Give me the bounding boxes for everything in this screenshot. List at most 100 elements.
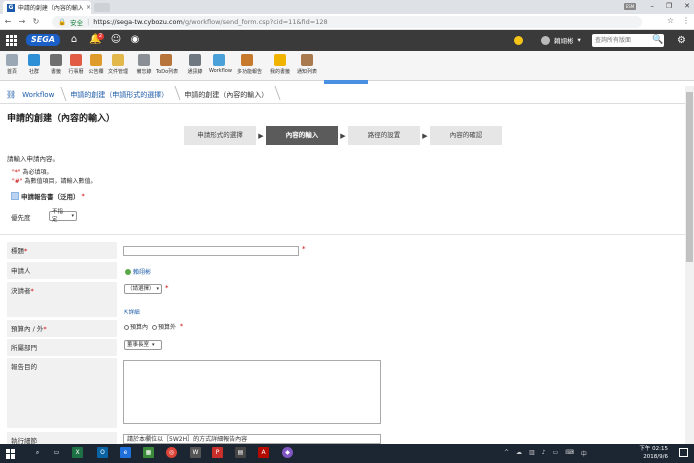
page-title: 申請的創建（內容的輸入） <box>7 114 116 124</box>
search-icon[interactable]: ⌕ <box>32 447 43 458</box>
app-icon-item[interactable]: 公告欄 <box>86 54 106 75</box>
priority-select[interactable]: 不指定 ▾ <box>49 209 77 223</box>
breadcrumb-select-form[interactable]: 申請的創建（申請形式的選擇） <box>64 90 178 100</box>
app-header: SEGA ⌂ 🔔 2 ☺ ◉ 賴翊彬 ▾ 查詢所有版面 🔍 ⚙ <box>0 30 694 51</box>
smiley-icon[interactable]: ☺ <box>110 34 122 46</box>
windows-start-icon[interactable] <box>6 448 16 459</box>
garoon-favicon-icon: G <box>7 3 15 12</box>
forward-icon[interactable]: → <box>16 17 28 26</box>
home-icon[interactable]: ⌂ <box>68 34 80 46</box>
app-icon[interactable]: ▤ <box>235 447 246 458</box>
app-icon-row: 首頁 社群 書籤 行事曆 公告欄 文件管理 備忘錄 ToDo列表 通訊錄 Workflow 多功能報… <box>0 51 694 81</box>
url-host: https://sega-tw.cybozu.com <box>93 18 183 26</box>
app-icon-item[interactable]: ToDo列表 <box>156 54 178 75</box>
action-center-icon[interactable] <box>679 448 688 457</box>
reload-icon[interactable]: ↻ <box>30 17 42 26</box>
app-icon-label: 行事曆 <box>68 69 84 75</box>
app-icon-item[interactable]: 文件管理 <box>108 54 128 75</box>
app-icon-item[interactable]: 備忘錄 <box>134 54 154 75</box>
detail-link[interactable]: ⇱詳細 <box>124 308 140 316</box>
url-input[interactable]: 🔒 安全 | https://sega-tw.cybozu.com/g/work… <box>52 16 642 28</box>
keyboard-icon[interactable]: ⌨ <box>565 449 574 458</box>
task-view-icon[interactable]: ▭ <box>51 447 62 458</box>
gear-icon[interactable]: ⚙ <box>677 35 686 46</box>
chevron-down-icon: ▾ <box>156 286 159 292</box>
tab-close-icon[interactable]: × <box>86 4 91 11</box>
monitor-icon[interactable]: ▭ <box>553 449 559 458</box>
app-icon-label: 公告欄 <box>88 69 104 75</box>
outlook-icon[interactable]: O <box>97 447 108 458</box>
required-mark: * <box>165 284 169 292</box>
maximize-icon[interactable]: ❐ <box>666 2 672 10</box>
app-icon-item[interactable]: 我的書籤 <box>270 54 290 75</box>
app-icon-item[interactable]: 社群 <box>24 54 44 75</box>
chrome-icon[interactable]: ◎ <box>166 447 177 458</box>
chevron-up-icon[interactable]: ^ <box>504 449 509 458</box>
app-grid-icon[interactable] <box>6 35 17 46</box>
breadcrumb-workflow[interactable]: Workflow <box>16 91 64 99</box>
star-icon[interactable]: ☆ <box>667 16 674 25</box>
app-icon-item[interactable]: 通訊錄 <box>185 54 205 75</box>
department-select[interactable]: 董事長室 ▾ <box>124 340 162 350</box>
ime-icon[interactable]: 中 <box>581 449 587 458</box>
network-icon[interactable]: ▥ <box>529 449 535 458</box>
globe-icon[interactable]: ◉ <box>129 34 141 46</box>
app-icon-item[interactable]: Workflow <box>209 54 232 74</box>
step-arrow-icon: ▶ <box>258 131 264 140</box>
chevron-down-icon: ▾ <box>71 213 74 219</box>
avatar[interactable] <box>541 35 550 45</box>
app-icon-label: 我的書籤 <box>270 69 291 75</box>
breadcrumb-current: 申請的創建（內容的輸入） <box>178 90 278 100</box>
volume-icon[interactable]: ♪ <box>542 449 546 458</box>
new-tab-button[interactable] <box>94 3 110 12</box>
approver-label: 決請者* <box>7 282 117 317</box>
app-icon[interactable]: ▦ <box>143 447 154 458</box>
app-icon <box>90 54 102 66</box>
back-icon[interactable]: ← <box>2 17 14 26</box>
menu-icon[interactable]: ⋮ <box>682 16 690 25</box>
cloud-icon[interactable]: ☁ <box>516 449 522 458</box>
excel-icon[interactable]: X <box>72 447 83 458</box>
active-app-indicator <box>324 80 368 84</box>
purpose-label: 報告目的 <box>7 358 117 428</box>
app-icon <box>274 54 286 66</box>
step-input-content: 內容的輸入 <box>266 126 338 145</box>
chevron-down-icon[interactable]: ▾ <box>578 36 581 44</box>
detail-textarea[interactable]: 請於本欄位以［5W2H］的方式詳細報告內容 <box>123 434 381 444</box>
purpose-textarea[interactable] <box>123 360 381 424</box>
sega-logo[interactable]: SEGA <box>26 34 60 46</box>
budget-out-radio[interactable]: 預算外 <box>152 322 176 331</box>
app-icon-item[interactable]: 行事曆 <box>66 54 86 75</box>
numeric-note: "#" 為數值項目，請輸入數值。 <box>12 178 97 185</box>
app-icon-item[interactable]: 通知列表 <box>297 54 317 75</box>
word-icon[interactable]: W <box>190 447 201 458</box>
app-icon[interactable]: ◆ <box>282 447 293 458</box>
presence-icon[interactable] <box>514 35 523 45</box>
app-icon <box>189 54 201 66</box>
browser-actions: ☆ ⋮ <box>667 16 690 25</box>
acrobat-icon[interactable]: A <box>258 447 269 458</box>
edge-icon[interactable]: e <box>120 447 131 458</box>
scrollbar-thumb[interactable] <box>686 92 693 262</box>
clock[interactable]: 下午 02:15 2018/9/6 <box>639 445 668 461</box>
app-icon-item[interactable]: 書籤 <box>46 54 66 75</box>
search-icon[interactable]: 🔍 <box>652 35 663 45</box>
applicant-link[interactable]: 賴翊彬 <box>125 267 151 276</box>
minimize-icon[interactable]: – <box>650 2 654 10</box>
user-name[interactable]: 賴翊彬 <box>554 35 574 45</box>
required-mark: * <box>302 245 306 253</box>
approver-select[interactable]: （請選擇） ▾ <box>124 284 162 294</box>
powerpoint-icon[interactable]: P <box>212 447 223 458</box>
app-icon-label: 多功能報告 <box>237 69 263 75</box>
budget-in-radio[interactable]: 預算內 <box>124 322 148 331</box>
close-window-icon[interactable]: ✕ <box>684 2 690 10</box>
title-input[interactable] <box>123 246 299 256</box>
browser-tab[interactable]: G 申請的創建（內容的輸入） × <box>3 1 91 14</box>
app-icon-item[interactable]: 首頁 <box>2 54 22 75</box>
app-icon-item[interactable]: 多功能報告 <box>237 54 263 75</box>
app-icon <box>50 54 62 66</box>
detail-label: 執行細節 <box>7 432 117 445</box>
app-icon <box>138 54 150 66</box>
window-controls: – ❐ ✕ <box>650 2 690 10</box>
app-icon <box>301 54 313 66</box>
